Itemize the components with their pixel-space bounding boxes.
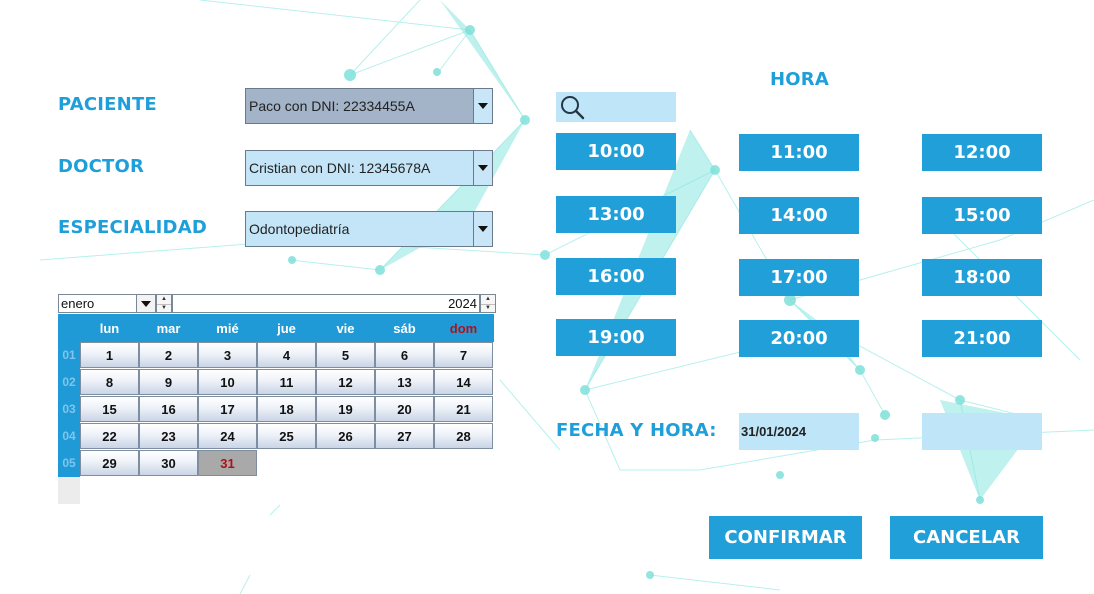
time-slot-button[interactable]: 21:00 — [922, 320, 1042, 357]
fecha-hora-label: FECHA Y HORA: — [556, 420, 717, 441]
time-slot-button[interactable]: 10:00 — [556, 133, 676, 170]
calendar-day[interactable]: 2 — [139, 342, 198, 368]
time-slot-button[interactable]: 16:00 — [556, 258, 676, 295]
calendar-day[interactable]: 21 — [434, 396, 493, 422]
weekday-header: sáb — [393, 321, 416, 336]
calendar-day[interactable]: 7 — [434, 342, 493, 368]
time-slot-button[interactable]: 18:00 — [922, 259, 1042, 296]
spinner-down-icon[interactable]: ▼ — [481, 303, 495, 313]
calendar-day[interactable]: 12 — [316, 369, 375, 395]
especialidad-label: ESPECIALIDAD — [58, 217, 207, 238]
week-number: 03 — [62, 402, 76, 416]
selected-date-field[interactable]: 31/01/2024 — [739, 413, 859, 450]
weekday-header: jue — [277, 321, 296, 336]
doctor-dropdown-value: Cristian con DNI: 12345678A — [249, 160, 431, 176]
calendar-day[interactable]: 20 — [375, 396, 434, 422]
doctor-label: DOCTOR — [58, 156, 145, 177]
calendar-day[interactable]: 14 — [434, 369, 493, 395]
spinner-up-icon[interactable]: ▲ — [481, 295, 495, 304]
calendar-day[interactable]: 16 — [139, 396, 198, 422]
chevron-down-icon[interactable] — [136, 295, 155, 312]
spinner-down-icon[interactable]: ▼ — [157, 303, 171, 313]
calendar-footer — [58, 477, 80, 504]
calendar-day[interactable]: 30 — [139, 450, 198, 476]
calendar-day[interactable]: 8 — [80, 369, 139, 395]
month-spinner[interactable]: ▲ ▼ — [156, 294, 172, 313]
calendar-day[interactable]: 24 — [198, 423, 257, 449]
calendar-day[interactable]: 10 — [198, 369, 257, 395]
calendar-day[interactable]: 23 — [139, 423, 198, 449]
month-dropdown[interactable]: enero — [58, 294, 156, 313]
weekday-header: mar — [156, 321, 181, 336]
calendar-day[interactable]: 11 — [257, 369, 316, 395]
week-number: 04 — [62, 429, 76, 443]
weekday-header-sunday: dom — [449, 321, 478, 336]
chevron-down-icon[interactable] — [473, 89, 492, 123]
calendar-day[interactable]: 19 — [316, 396, 375, 422]
calendar-day[interactable]: 17 — [198, 396, 257, 422]
time-slot-button[interactable]: 13:00 — [556, 196, 676, 233]
cancel-button[interactable]: CANCELAR — [890, 516, 1043, 559]
weekday-header: vie — [336, 321, 355, 336]
selected-time-field[interactable] — [922, 413, 1042, 450]
week-number: 02 — [62, 375, 76, 389]
paciente-label: PACIENTE — [58, 94, 157, 115]
spinner-up-icon[interactable]: ▲ — [157, 295, 171, 304]
calendar-day[interactable]: 4 — [257, 342, 316, 368]
weekday-header: mié — [216, 321, 239, 336]
year-spinner[interactable]: ▲ ▼ — [480, 294, 496, 313]
calendar-day[interactable]: 9 — [139, 369, 198, 395]
confirm-button[interactable]: CONFIRMAR — [709, 516, 862, 559]
calendar-day-selected[interactable]: 31 — [198, 450, 257, 476]
week-number: 05 — [62, 456, 76, 470]
time-slot-button[interactable]: 17:00 — [739, 259, 859, 296]
hora-title: HORA — [770, 69, 829, 90]
time-slot-button[interactable]: 11:00 — [739, 134, 859, 171]
calendar-day[interactable]: 3 — [198, 342, 257, 368]
calendar-day[interactable]: 1 — [80, 342, 139, 368]
time-slot-button[interactable]: 20:00 — [739, 320, 859, 357]
paciente-dropdown-value: Paco con DNI: 22334455A — [249, 98, 415, 114]
chevron-down-icon[interactable] — [473, 151, 492, 185]
calendar-day[interactable]: 27 — [375, 423, 434, 449]
time-slot-button[interactable]: 14:00 — [739, 197, 859, 234]
time-slot-button[interactable]: 19:00 — [556, 319, 676, 356]
especialidad-dropdown[interactable]: Odontopediatría — [245, 211, 493, 247]
time-slot-button[interactable]: 12:00 — [922, 134, 1042, 171]
paciente-dropdown[interactable]: Paco con DNI: 22334455A — [245, 88, 493, 124]
calendar-day[interactable]: 15 — [80, 396, 139, 422]
calendar-day[interactable]: 28 — [434, 423, 493, 449]
calendar-day[interactable]: 5 — [316, 342, 375, 368]
year-field[interactable]: 2024 — [172, 294, 480, 313]
search-icon[interactable] — [559, 94, 585, 120]
month-value: enero — [61, 296, 95, 311]
calendar-day[interactable]: 26 — [316, 423, 375, 449]
week-number: 01 — [62, 348, 76, 362]
calendar-day[interactable]: 13 — [375, 369, 434, 395]
time-slot-button[interactable]: 15:00 — [922, 197, 1042, 234]
doctor-dropdown[interactable]: Cristian con DNI: 12345678A — [245, 150, 493, 186]
especialidad-dropdown-value: Odontopediatría — [249, 221, 350, 237]
calendar-day[interactable]: 25 — [257, 423, 316, 449]
weekday-header: lun — [99, 321, 120, 336]
chevron-down-icon[interactable] — [473, 212, 492, 246]
calendar-day[interactable]: 6 — [375, 342, 434, 368]
calendar-day[interactable]: 22 — [80, 423, 139, 449]
calendar-day[interactable]: 18 — [257, 396, 316, 422]
calendar-day[interactable]: 29 — [80, 450, 139, 476]
